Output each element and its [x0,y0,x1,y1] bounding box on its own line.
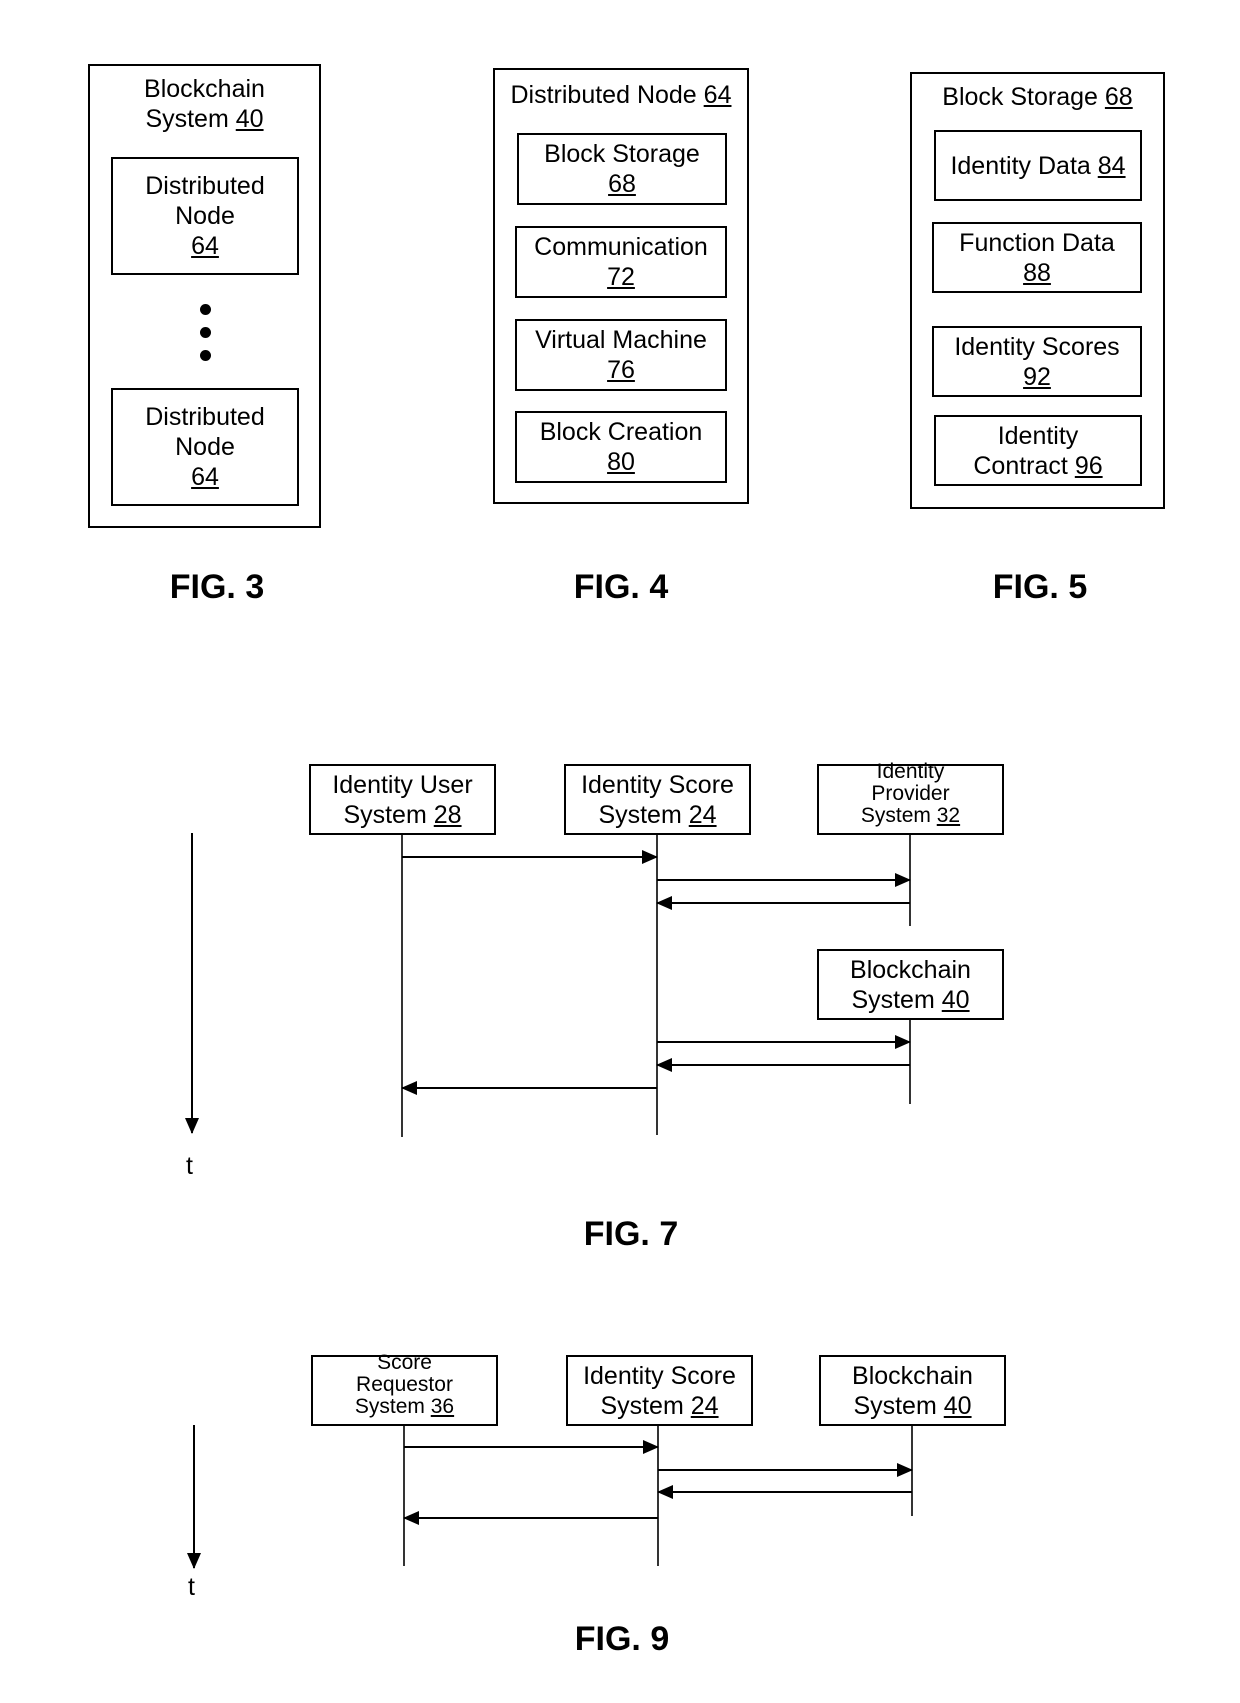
actor-label: System [598,800,682,829]
reference-numeral: 32 [936,804,961,827]
actor-label: Provider [871,782,950,805]
fig7-label: FIG. 7 [583,1215,679,1253]
reference-numeral: 36 [430,1395,455,1418]
sequence-diagram-lines [185,833,913,1569]
fig7-actor-blockchain-system: Blockchain System 40 [817,949,1004,1020]
fig7-actor-identity-user-system: Identity User System 28 [309,764,496,835]
actor-label: Blockchain [852,1361,973,1390]
reference-numeral: 40 [941,985,970,1014]
actor-label: Blockchain [850,955,971,984]
actor-label: Score [377,1351,432,1374]
fig7-time-label: t [186,1152,193,1180]
fig9-actor-score-requestor-system: Score Requestor System 36 [311,1351,498,1426]
fig9-time-label: t [188,1573,195,1601]
reference-numeral: 28 [433,800,462,829]
reference-numeral: 24 [688,800,717,829]
actor-label: System [600,1391,684,1420]
actor-label: Identity Score [583,1361,736,1390]
actor-label: System [853,1391,937,1420]
actor-label: Identity User [332,770,473,799]
actor-label: System [851,985,935,1014]
actor-label: System [354,1395,425,1418]
actor-label: System [343,800,427,829]
fig9-actor-blockchain-system: Blockchain System 40 [819,1355,1006,1426]
actor-label: Requestor [356,1373,453,1396]
reference-numeral: 24 [690,1391,719,1420]
actor-label: Identity Score [581,770,734,799]
fig9-label: FIG. 9 [574,1620,670,1658]
fig9-actor-identity-score-system: Identity Score System 24 [566,1355,753,1426]
actor-label: Identity [876,760,945,783]
reference-numeral: 40 [943,1391,972,1420]
fig7-actor-identity-provider-system: Identity Provider System 32 [817,760,1004,835]
fig7-actor-identity-score-system: Identity Score System 24 [564,764,751,835]
actor-label: System [860,804,931,827]
